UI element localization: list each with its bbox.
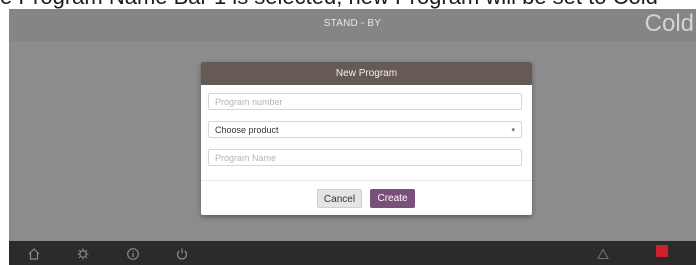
alarm-indicator[interactable] — [656, 245, 668, 257]
dialog-divider — [201, 180, 532, 181]
cancel-button[interactable]: Cancel — [317, 189, 362, 208]
warning-icon[interactable] — [596, 247, 610, 261]
new-program-dialog: New Program Program number Choose produc… — [201, 62, 532, 215]
dialog-title: New Program — [201, 62, 532, 85]
power-icon[interactable] — [175, 247, 189, 261]
settings-icon[interactable] — [76, 247, 90, 261]
bottom-toolbar — [9, 241, 696, 265]
program-name-input[interactable]: Program Name — [208, 149, 522, 166]
home-icon[interactable] — [27, 247, 41, 261]
top-bar: STAND - BY Cold — [9, 9, 696, 41]
info-icon[interactable] — [126, 247, 140, 261]
mode-label: Cold — [644, 10, 694, 37]
product-select-value: Choose product — [215, 125, 279, 135]
create-button[interactable]: Create — [370, 189, 415, 208]
program-number-input[interactable]: Program number — [208, 93, 522, 110]
product-select[interactable]: Choose product ▾ — [208, 121, 522, 138]
status-label: STAND - BY — [323, 18, 382, 29]
chevron-down-icon: ▾ — [511, 127, 515, 134]
